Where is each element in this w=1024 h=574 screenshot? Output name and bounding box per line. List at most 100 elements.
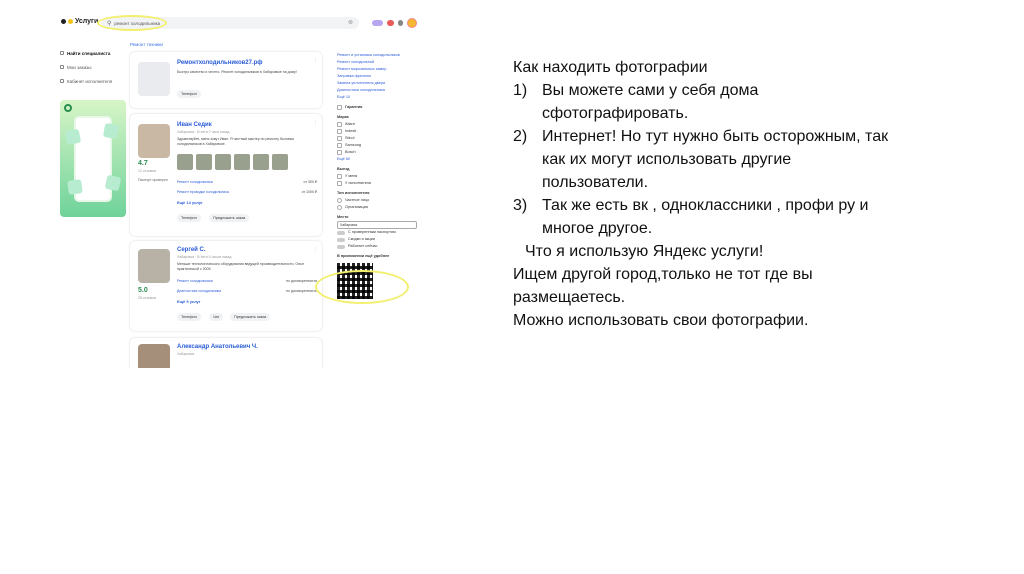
phone-button[interactable]: Телефон	[177, 214, 201, 222]
city-input[interactable]: Хабаровск	[337, 221, 417, 229]
brand-option[interactable]: Samsung	[337, 142, 425, 149]
list-line: как их могут использовать другие	[542, 151, 792, 168]
checkbox-icon	[337, 129, 342, 134]
gallery-thumb[interactable]	[272, 154, 288, 170]
sidebar-item-find[interactable]: Найти специалиста	[60, 46, 126, 60]
sidebar-item-cabinet[interactable]: Кабинет исполнителя	[60, 74, 126, 88]
user-icon	[60, 79, 64, 83]
notification-icon[interactable]	[398, 20, 403, 26]
toggle-icon	[337, 244, 345, 249]
filter-link[interactable]: Ремонт холодильной	[337, 59, 425, 66]
brand-option[interactable]: Bosch	[337, 149, 425, 156]
brand-option[interactable]: Atlant	[337, 121, 425, 128]
brand-option[interactable]: Indesit	[337, 128, 425, 135]
screenshot-image: Услуги ⚲ ремонт холодильника ⊗ Найти спе…	[57, 12, 427, 368]
specialist-name[interactable]: Иван Седик	[177, 122, 212, 128]
filters-panel: Ремонт и установка холодильников Ремонт …	[337, 52, 425, 299]
price-row[interactable]: Диагностика холодильника по договореннос…	[177, 289, 317, 293]
toggle-option[interactable]: С проверенным паспортом	[337, 229, 425, 236]
gallery-thumb[interactable]	[196, 154, 212, 170]
photo-gallery[interactable]	[177, 154, 288, 170]
visit-option[interactable]: У меня	[337, 173, 425, 180]
app-tile-icon	[64, 128, 82, 146]
brand-option[interactable]: Stinol	[337, 135, 425, 142]
rating-value: 5.0	[138, 287, 148, 294]
checkbox-icon	[337, 105, 342, 110]
top-bar: Услуги ⚲ ремонт холодильника ⊗	[57, 12, 427, 34]
visit-header: Выезд	[337, 167, 350, 171]
logo-dot-yellow-icon	[68, 19, 73, 24]
filter-link[interactable]: Ремонт морозильных камер	[337, 66, 425, 73]
gallery-thumb[interactable]	[234, 154, 250, 170]
offer-order-button[interactable]: Предложить заказ	[230, 313, 271, 321]
logo-dot-icon	[61, 19, 66, 24]
service-price: по договоренности	[286, 279, 317, 283]
gallery-thumb[interactable]	[215, 154, 231, 170]
filter-link[interactable]: Замена уплотнителя двери	[337, 80, 425, 87]
slide-line: Можно использовать свои фотографии.	[513, 312, 809, 329]
slide-heading: Как находить фотографии	[513, 59, 708, 76]
filter-link-more[interactable]: Ещё 10	[337, 94, 425, 101]
guarantee-label: Гарантия	[345, 105, 363, 109]
toggle-option[interactable]: Работает сейчас	[337, 243, 425, 250]
more-services-link[interactable]: Ещё 14 услуг	[177, 200, 203, 205]
list-number: 1)	[513, 82, 528, 99]
price-row[interactable]: Ремонт холодильника по договоренности	[177, 279, 317, 283]
guarantee-checkbox[interactable]: Гарантия	[337, 104, 425, 111]
plus-badge-icon[interactable]	[372, 20, 383, 26]
sidebar-item-label: Кабинет исполнителя	[67, 78, 113, 84]
specialist-status: Хабаровск	[177, 352, 195, 356]
specialist-card[interactable]: Александр Анатольевич Ч. Хабаровск	[130, 338, 322, 368]
search-icon	[60, 51, 64, 55]
phone-button[interactable]: Телефон	[177, 313, 201, 321]
filter-link[interactable]: Заправка фреоном	[337, 73, 425, 80]
brand-logo[interactable]: Услуги	[61, 18, 98, 25]
reviews-count[interactable]: 12 отзывов	[138, 169, 156, 173]
list-number: 3)	[513, 197, 528, 214]
type-option[interactable]: Частное лицо	[337, 197, 425, 204]
filter-link[interactable]: Ремонт и установка холодильников	[337, 52, 425, 59]
gallery-thumb[interactable]	[177, 154, 193, 170]
price-row[interactable]: Ремонт холодильника от 300 ₽	[177, 180, 317, 184]
breadcrumb[interactable]: Ремонт техники	[130, 42, 163, 47]
more-icon[interactable]: ⋮	[313, 120, 318, 126]
more-icon[interactable]: ⋮	[313, 58, 318, 64]
more-services-link[interactable]: Ещё 9 услуг	[177, 299, 200, 304]
sidebar-item-orders[interactable]: Мои заказы	[60, 60, 126, 74]
specialist-name[interactable]: Ремонтхолодильников27.рф	[177, 60, 263, 66]
toggle-label: Скидки и акции	[348, 237, 375, 241]
visit-label: У исполнителя	[345, 181, 371, 185]
brand-more-link[interactable]: Ещё 60	[337, 156, 425, 163]
offer-order-button[interactable]: Предложить заказ	[209, 214, 250, 222]
type-option[interactable]: Организация	[337, 204, 425, 211]
slide-line: размещаетесь.	[513, 289, 626, 306]
visit-option[interactable]: У исполнителя	[337, 180, 425, 187]
checkbox-icon	[337, 181, 342, 186]
service-name: Ремонт холодильника	[177, 279, 213, 283]
service-name: Ремонт проводки холодильника	[177, 190, 229, 194]
filter-link[interactable]: Диагностика холодильника	[337, 87, 425, 94]
specialist-card[interactable]: 5.0 28 отзывов Сергей С. Хабаровск · В с…	[130, 241, 322, 331]
phone-button[interactable]: Телефон	[177, 90, 201, 98]
price-row[interactable]: Ремонт проводки холодильника от 1000 ₽	[177, 190, 317, 194]
reviews-count[interactable]: 28 отзывов	[138, 296, 156, 300]
video-icon[interactable]	[387, 20, 394, 26]
specialist-status: Хабаровск · В сети 2 часа назад	[177, 130, 230, 134]
toggle-option[interactable]: Скидки и акции	[337, 236, 425, 243]
specialist-card[interactable]: 4.7 12 отзывов Паспорт проверен Иван Сед…	[130, 114, 322, 236]
specialist-name[interactable]: Александр Анатольевич Ч.	[177, 344, 258, 350]
slide-line: Что я использую Яндекс услуги!	[525, 243, 764, 260]
toggle-icon	[337, 230, 345, 235]
gallery-thumb[interactable]	[253, 154, 269, 170]
chat-button[interactable]: Чат	[209, 313, 224, 321]
avatar[interactable]	[407, 18, 417, 28]
list-icon	[60, 65, 64, 69]
app-tile-icon	[104, 174, 122, 192]
more-icon[interactable]: ⋮	[313, 247, 318, 253]
brand-label: Samsung	[345, 143, 362, 147]
specialist-name[interactable]: Сергей С.	[177, 247, 206, 253]
app-tile-icon	[67, 179, 83, 195]
app-promo-banner[interactable]	[60, 100, 126, 217]
clear-icon[interactable]: ⊗	[348, 19, 353, 26]
specialist-card[interactable]: Ремонтхолодильников27.рф Быстро качество…	[130, 52, 322, 108]
